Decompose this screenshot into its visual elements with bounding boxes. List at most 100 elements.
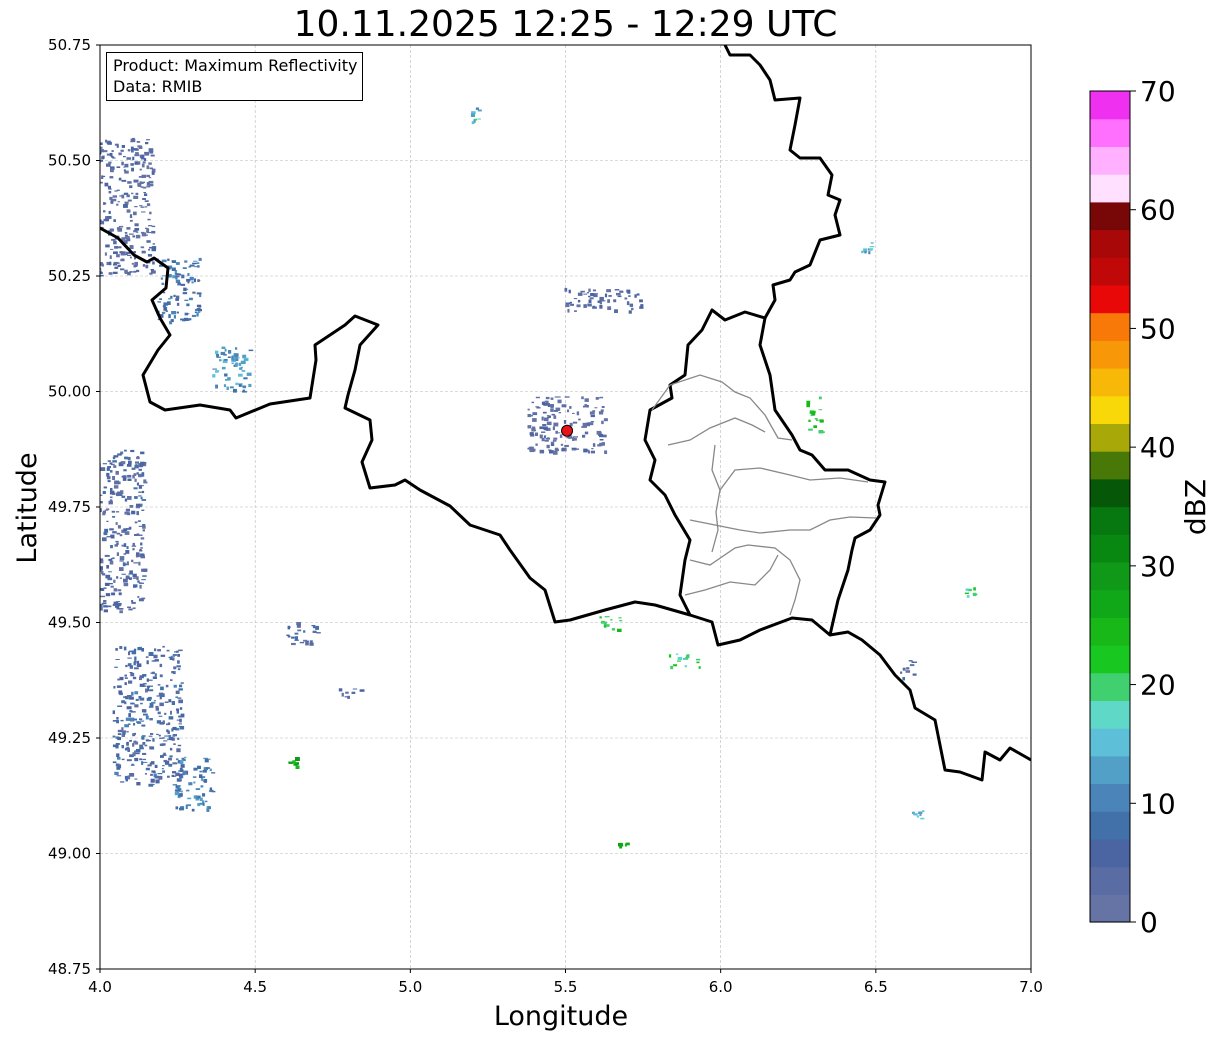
echo-cell xyxy=(599,439,604,441)
echo-cell xyxy=(117,264,121,267)
echo-cell xyxy=(631,307,634,311)
echo-cell xyxy=(148,162,152,165)
echo-cell xyxy=(115,743,120,745)
echo-cell xyxy=(144,152,150,156)
echo-cell xyxy=(231,362,234,364)
echo-cell xyxy=(140,246,145,249)
echo-cell xyxy=(178,785,181,787)
echo-cell xyxy=(102,150,108,153)
echo-cell xyxy=(191,314,197,317)
echo-cell xyxy=(113,219,116,222)
echo-cell xyxy=(536,407,541,409)
echo-cell xyxy=(972,593,978,595)
echo-cell xyxy=(192,776,197,778)
echo-cell xyxy=(163,759,168,763)
echo-cell xyxy=(148,706,154,708)
echo-cell xyxy=(142,575,147,577)
echo-cell xyxy=(148,248,151,251)
echo-cell xyxy=(584,404,588,407)
echo-cell xyxy=(527,408,530,411)
echo-cell xyxy=(291,642,296,646)
echo-cell xyxy=(130,702,135,705)
echo-cell xyxy=(102,537,107,542)
echo-cell xyxy=(582,434,586,438)
echo-cell xyxy=(177,697,182,699)
echo-cell xyxy=(178,688,183,691)
echo-cell xyxy=(178,649,183,652)
echo-cell xyxy=(616,292,621,296)
echo-cell xyxy=(164,701,169,703)
echo-cell xyxy=(673,664,678,667)
echo-cell xyxy=(555,430,558,434)
echo-cell xyxy=(109,152,113,157)
echo-cell xyxy=(146,165,150,170)
echo-cell xyxy=(683,658,686,660)
echo-cell xyxy=(158,775,163,780)
echo-cell xyxy=(200,785,204,788)
colorbar-segment xyxy=(1090,146,1130,175)
echo-cell xyxy=(157,649,161,652)
echo-cell xyxy=(131,510,136,515)
echo-cell xyxy=(121,544,124,547)
echo-cell xyxy=(574,310,577,312)
echo-cell xyxy=(198,311,201,313)
echo-cell xyxy=(588,299,592,303)
echo-cell xyxy=(541,431,546,433)
echo-cell xyxy=(115,745,119,749)
echo-cell xyxy=(132,156,135,161)
colorbar-tick-label: 50 xyxy=(1140,312,1176,345)
echo-cell xyxy=(157,684,161,686)
echo-cell xyxy=(572,421,578,424)
echo-cell xyxy=(165,310,168,312)
echo-cell xyxy=(813,425,817,428)
echo-cell xyxy=(128,460,132,465)
echo-cell xyxy=(169,736,172,739)
echo-cell xyxy=(163,306,168,311)
echo-cell xyxy=(164,712,167,715)
echo-cell xyxy=(818,409,823,411)
echo-cell xyxy=(677,660,682,662)
echo-cell xyxy=(144,193,148,196)
echo-cell xyxy=(117,525,121,529)
echo-cell xyxy=(111,198,117,202)
echo-cell xyxy=(158,715,163,717)
echo-cell xyxy=(477,118,481,120)
echo-cell xyxy=(119,610,123,614)
echo-cell xyxy=(121,145,125,148)
echo-cell xyxy=(590,414,595,418)
echo-cell xyxy=(154,673,157,677)
echo-cell xyxy=(592,305,595,308)
echo-cell xyxy=(118,592,122,596)
echo-cell xyxy=(576,304,581,308)
echo-cell xyxy=(125,254,128,256)
echo-cell xyxy=(219,359,222,362)
echo-cell xyxy=(589,411,595,415)
echo-cell xyxy=(140,231,145,234)
echo-cell xyxy=(105,593,111,597)
echo-cell xyxy=(202,780,206,782)
echo-cell xyxy=(184,756,187,759)
echo-cell xyxy=(94,558,99,559)
echo-cell xyxy=(572,412,575,414)
x-tick-label: 4.5 xyxy=(243,978,267,996)
echo-cell xyxy=(111,238,116,241)
echo-cell xyxy=(116,532,121,535)
echo-cell xyxy=(105,216,110,220)
echo-cell xyxy=(138,598,144,602)
echo-cell xyxy=(127,478,132,481)
echo-cell xyxy=(145,142,149,145)
colorbar-segment xyxy=(1090,645,1130,674)
colorbar-segment xyxy=(1090,257,1130,286)
echo-cell xyxy=(131,600,134,603)
echo-cell xyxy=(226,386,229,390)
echo-cell xyxy=(902,667,906,671)
echo-cell xyxy=(351,691,356,694)
echo-cell xyxy=(868,251,871,255)
echo-cell xyxy=(138,491,142,493)
echo-cell xyxy=(136,231,139,233)
echo-cell xyxy=(112,735,116,738)
echo-cell xyxy=(194,266,199,268)
echo-cell xyxy=(150,778,155,783)
echo-cell xyxy=(619,843,623,845)
echo-cell xyxy=(114,143,119,146)
